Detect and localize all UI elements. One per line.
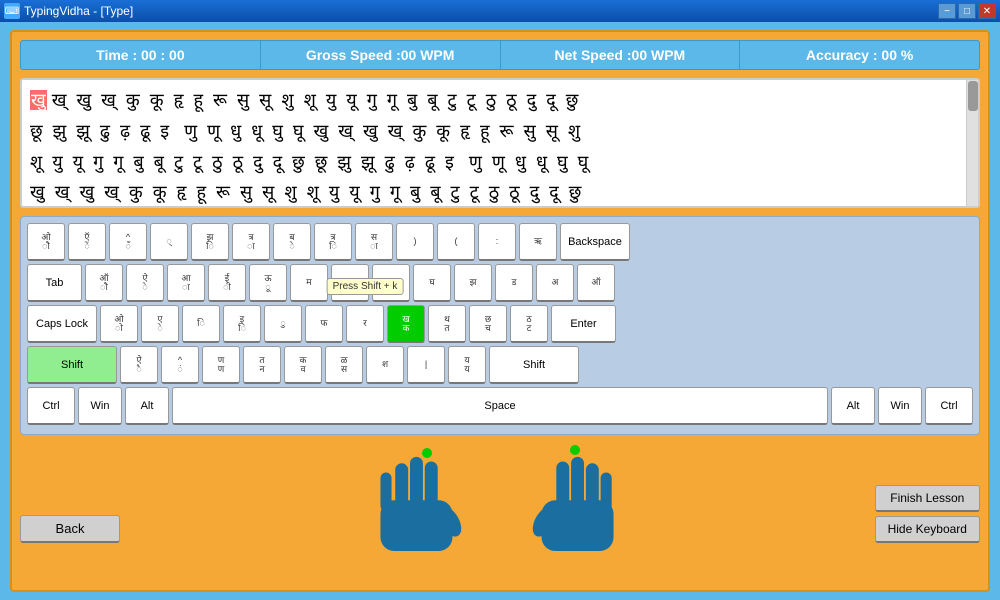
key-space[interactable]: Space <box>172 387 828 425</box>
titlebar-controls[interactable]: − □ ✕ <box>938 3 996 19</box>
back-button[interactable]: Back <box>20 515 120 543</box>
key-comma[interactable]: | <box>407 346 445 384</box>
maximize-button[interactable]: □ <box>958 3 976 19</box>
key-l[interactable]: थत <box>428 305 466 343</box>
key-n[interactable]: ळस <box>325 346 363 384</box>
net-speed-stat: Net Speed :00 WPM <box>501 41 741 69</box>
key-ctrl-left[interactable]: Ctrl <box>27 387 75 425</box>
left-hand <box>367 443 477 563</box>
key-d[interactable]: ि <box>182 305 220 343</box>
key-f[interactable]: इि <box>223 305 261 343</box>
key-g[interactable]: ु <box>264 305 302 343</box>
keyboard-row-2: Tab ऑौ ऐे आा ईी ऊू म ब घ घ झ ड अ ऑ <box>27 264 973 302</box>
key-j[interactable]: र Press Shift + k <box>346 305 384 343</box>
key-period[interactable]: यय <box>448 346 486 384</box>
key-r[interactable]: ईी <box>208 264 246 302</box>
key-m[interactable]: श <box>366 346 404 384</box>
key-shift-right[interactable]: Shift <box>489 346 579 384</box>
key-p[interactable]: झ <box>454 264 492 302</box>
left-hand-svg <box>367 443 477 563</box>
key-ctrl-right[interactable]: Ctrl <box>925 387 973 425</box>
key-v[interactable]: तन <box>243 346 281 384</box>
key-s[interactable]: एे <box>141 305 179 343</box>
titlebar: ⌨ TypingVidha - [Type] − □ ✕ <box>0 0 1000 22</box>
keyboard-row-5: Ctrl Win Alt Space Alt Win Ctrl <box>27 387 973 425</box>
key-0[interactable]: ( <box>437 223 475 261</box>
text-line-4: खु ख् खु ख् कु कू हृ हू रू सु सू शु शू य… <box>30 178 970 207</box>
gross-speed-stat: Gross Speed :00 WPM <box>261 41 501 69</box>
key-backslash[interactable]: ऑ <box>577 264 615 302</box>
hands-center <box>367 443 627 563</box>
key-8[interactable]: सा <box>355 223 393 261</box>
key-quote[interactable]: ठट <box>510 305 548 343</box>
key-k[interactable]: खक <box>387 305 425 343</box>
key-capslock[interactable]: Caps Lock <box>27 305 97 343</box>
key-alt-right[interactable]: Alt <box>831 387 875 425</box>
text-line-3: शू यु यू गु गू बु बू टु टू ठु ठू दु दू छ… <box>30 148 970 177</box>
key-z[interactable]: ऐै <box>120 346 158 384</box>
titlebar-title: TypingVidha - [Type] <box>24 4 133 18</box>
key-q[interactable]: ऑौ <box>85 264 123 302</box>
key-equals[interactable]: ऋ <box>519 223 557 261</box>
keyboard-row-4: Shift ऐै ^ं णण तन कव ळस श | यय Shift <box>27 346 973 384</box>
key-win-left[interactable]: Win <box>78 387 122 425</box>
main-content: Time : 00 : 00 Gross Speed :00 WPM Net S… <box>0 22 1000 600</box>
minimize-button[interactable]: − <box>938 3 956 19</box>
time-stat: Time : 00 : 00 <box>21 41 261 69</box>
key-x[interactable]: ^ं <box>161 346 199 384</box>
keyboard-row-3: Caps Lock ओो एे ि इि ु फ र Press Shift +… <box>27 305 973 343</box>
key-3[interactable]: ् <box>150 223 188 261</box>
key-o[interactable]: घ <box>413 264 451 302</box>
key-b[interactable]: कव <box>284 346 322 384</box>
key-h[interactable]: फ <box>305 305 343 343</box>
right-buttons: Finish Lesson Hide Keyboard <box>875 485 980 543</box>
key-9[interactable]: ) <box>396 223 434 261</box>
stats-bar: Time : 00 : 00 Gross Speed :00 WPM Net S… <box>20 40 980 70</box>
key-6[interactable]: बे <box>273 223 311 261</box>
key-7[interactable]: त्रि <box>314 223 352 261</box>
app-icon: ⌨ <box>4 3 20 19</box>
key-minus[interactable]: : <box>478 223 516 261</box>
key-4[interactable]: झि <box>191 223 229 261</box>
key-semicolon[interactable]: छच <box>469 305 507 343</box>
key-tab[interactable]: Tab <box>27 264 82 302</box>
key-5[interactable]: त्रा <box>232 223 270 261</box>
key-shift-left[interactable]: Shift <box>27 346 117 384</box>
current-char: खु <box>30 90 47 110</box>
hands-area: Back <box>20 443 980 563</box>
key-backtick[interactable]: ओौ <box>27 223 65 261</box>
keyboard-row-1: ओौ ऍें ^ँ ् झि त्रा बे त्रि सा ) ( : ऋ B… <box>27 223 973 261</box>
key-bracket-l[interactable]: ड <box>495 264 533 302</box>
key-w[interactable]: ऐे <box>126 264 164 302</box>
key-1[interactable]: ऍें <box>68 223 106 261</box>
hide-keyboard-button[interactable]: Hide Keyboard <box>875 516 980 543</box>
key-2[interactable]: ^ँ <box>109 223 147 261</box>
key-a[interactable]: ओो <box>100 305 138 343</box>
tooltip-press-shift: Press Shift + k <box>327 278 404 295</box>
key-t[interactable]: ऊू <box>249 264 287 302</box>
text-line-2: छू झु झू ढु ढ़ ढू इ णु णू धु धू घु घू खु… <box>30 117 970 146</box>
typing-text-area: खु ख् खु ख् कु कू हृ हू रू सु सू शु शू य… <box>20 78 980 208</box>
key-backspace[interactable]: Backspace <box>560 223 630 261</box>
key-bracket-r[interactable]: अ <box>536 264 574 302</box>
virtual-keyboard: ओौ ऍें ^ँ ् झि त्रा बे त्रि सा ) ( : ऋ B… <box>20 216 980 435</box>
key-enter[interactable]: Enter <box>551 305 616 343</box>
key-alt-left[interactable]: Alt <box>125 387 169 425</box>
close-button[interactable]: ✕ <box>978 3 996 19</box>
key-win-right[interactable]: Win <box>878 387 922 425</box>
right-hand <box>517 443 627 563</box>
app-window: Time : 00 : 00 Gross Speed :00 WPM Net S… <box>10 30 990 592</box>
right-hand-svg <box>517 443 627 563</box>
key-e[interactable]: आा <box>167 264 205 302</box>
key-y[interactable]: म <box>290 264 328 302</box>
text-line-1: खु ख् खु ख् कु कू हृ हू रू सु सू शु शू य… <box>30 86 970 115</box>
accuracy-stat: Accuracy : 00 % <box>740 41 979 69</box>
finish-lesson-button[interactable]: Finish Lesson <box>875 485 980 512</box>
key-c[interactable]: णण <box>202 346 240 384</box>
